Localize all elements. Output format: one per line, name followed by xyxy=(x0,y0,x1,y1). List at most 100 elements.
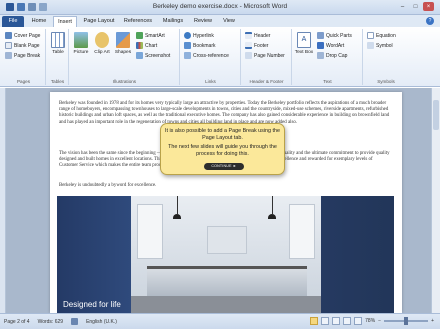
clip-art-icon xyxy=(95,32,109,48)
picture-button[interactable]: Picture xyxy=(71,32,91,55)
drop-cap-button[interactable]: Drop Cap xyxy=(317,52,347,59)
quick-parts-icon xyxy=(317,32,324,39)
page-count[interactable]: Page 2 of 4 xyxy=(4,319,30,325)
footer-icon xyxy=(245,42,252,49)
photo-range-hood xyxy=(207,226,247,254)
photo-kitchen-island xyxy=(147,266,307,300)
web-layout-view-button[interactable] xyxy=(332,317,341,325)
smartart-icon xyxy=(136,32,143,39)
hyperlink-button[interactable]: Hyperlink xyxy=(184,32,214,39)
outline-view-button[interactable] xyxy=(343,317,352,325)
blank-page-icon xyxy=(5,42,12,49)
help-icon[interactable]: ? xyxy=(426,17,434,25)
wordart-icon xyxy=(317,42,324,49)
group-text: A Text Box Quick Parts WordArt Drop Cap … xyxy=(293,29,363,85)
print-layout-view-button[interactable] xyxy=(310,317,319,325)
minimize-button[interactable]: – xyxy=(397,2,408,11)
photo-pendant-cord xyxy=(272,196,273,214)
zoom-slider[interactable] xyxy=(384,317,429,325)
photo-pendant-lamp xyxy=(268,214,276,219)
header-button[interactable]: Header xyxy=(245,32,270,39)
tab-insert[interactable]: Insert xyxy=(53,16,77,27)
group-label-text: Text xyxy=(323,79,332,84)
ribbon: Cover Page Blank Page Page Break Pages T… xyxy=(0,27,440,87)
text-box-icon: A xyxy=(297,32,311,48)
photo-pendant-lamp xyxy=(173,214,181,219)
table-button[interactable]: Table xyxy=(48,32,68,55)
zoom-slider-thumb[interactable] xyxy=(404,317,409,325)
word-count[interactable]: Words: 629 xyxy=(38,319,63,325)
callout-text-1: It is also possible to add a Page Break … xyxy=(164,128,281,141)
symbol-button[interactable]: Symbol xyxy=(367,42,393,49)
page-number-button[interactable]: Page Number xyxy=(245,52,285,59)
blank-page-button[interactable]: Blank Page xyxy=(5,42,40,49)
group-label-symbols: Symbols xyxy=(377,79,395,84)
full-screen-view-button[interactable] xyxy=(321,317,330,325)
continue-button[interactable]: CONTINUE ► xyxy=(204,163,244,170)
tab-references[interactable]: References xyxy=(120,16,156,27)
group-symbols: Equation Symbol Symbols xyxy=(364,29,408,85)
screenshot-icon xyxy=(136,52,143,59)
page-break-button[interactable]: Page Break xyxy=(5,52,40,59)
tab-page-layout[interactable]: Page Layout xyxy=(80,16,118,27)
cover-page-icon xyxy=(5,32,12,39)
zoom-out-icon[interactable]: − xyxy=(378,318,381,324)
maximize-button[interactable]: □ xyxy=(410,2,421,11)
tab-home[interactable]: Home xyxy=(27,16,51,27)
tab-mailings[interactable]: Mailings xyxy=(158,16,188,27)
screenshot-button[interactable]: Screenshot xyxy=(136,52,170,59)
equation-icon xyxy=(367,32,374,39)
zoom-in-icon[interactable]: + xyxy=(431,318,434,324)
close-button[interactable]: × xyxy=(423,2,434,11)
group-links: Hyperlink Bookmark Cross-reference Links xyxy=(181,29,241,85)
page-break-icon xyxy=(5,52,12,59)
window-title: Berkeley demo exercise.docx - Microsoft … xyxy=(152,3,288,10)
quick-parts-button[interactable]: Quick Parts xyxy=(317,32,352,39)
smartart-button[interactable]: SmartArt xyxy=(136,32,165,39)
clip-art-button[interactable]: Clip Art xyxy=(92,32,112,55)
symbol-icon xyxy=(367,42,374,49)
scrollbar-thumb[interactable] xyxy=(433,100,439,130)
photo-floor xyxy=(131,296,321,313)
chart-button[interactable]: Chart xyxy=(136,42,157,49)
group-label-header-footer: Header & Footer xyxy=(249,79,284,84)
chart-icon xyxy=(136,42,143,49)
table-icon xyxy=(51,32,65,48)
tab-review[interactable]: Review xyxy=(190,16,216,27)
language-indicator[interactable]: English (U.K.) xyxy=(86,319,117,325)
group-label-links: Links xyxy=(205,79,216,84)
callout-text-2: The next few slides will guide you throu… xyxy=(168,144,277,157)
status-left: Page 2 of 4 Words: 629 English (U.K.) xyxy=(4,318,117,325)
page-number-icon xyxy=(245,52,252,59)
equation-button[interactable]: Equation xyxy=(367,32,396,39)
footer-button[interactable]: Footer xyxy=(245,42,268,49)
tab-view[interactable]: View xyxy=(218,16,240,27)
picture-icon xyxy=(74,32,88,48)
bookmark-button[interactable]: Bookmark xyxy=(184,42,216,49)
document-area: Berkeley was founded in 1978 and for its… xyxy=(0,88,440,313)
vertical-scrollbar[interactable] xyxy=(431,88,440,313)
wordart-button[interactable]: WordArt xyxy=(317,42,344,49)
photo-cabinet-left xyxy=(137,204,163,259)
kitchen-photo[interactable]: Designed for life xyxy=(57,196,394,313)
paragraph-3[interactable]: Berkeley is undoubtedly a byword for exc… xyxy=(59,183,392,189)
status-right: 78% − + xyxy=(310,317,434,325)
photo-cabinet-right xyxy=(289,204,315,259)
group-label-pages: Pages xyxy=(16,79,31,84)
title-bar: Berkeley demo exercise.docx - Microsoft … xyxy=(0,0,440,15)
text-box-button[interactable]: A Text Box xyxy=(294,32,314,55)
proofing-icon[interactable] xyxy=(71,318,79,325)
group-header-footer: Header Footer Page Number Header & Foote… xyxy=(242,29,292,85)
group-label-tables: Tables xyxy=(50,79,65,84)
group-illustrations: Picture Clip Art Shapes SmartArt Chart S… xyxy=(70,29,180,85)
cross-reference-button[interactable]: Cross-reference xyxy=(184,52,229,59)
cover-page-button[interactable]: Cover Page xyxy=(5,32,40,39)
tab-file[interactable]: File xyxy=(2,16,24,27)
status-bar: Page 2 of 4 Words: 629 English (U.K.) 78… xyxy=(0,313,440,329)
group-tables: Table Tables xyxy=(47,29,69,85)
group-label-illustrations: Illustrations xyxy=(112,79,137,84)
draft-view-button[interactable] xyxy=(354,317,363,325)
header-icon xyxy=(245,32,252,39)
shapes-button[interactable]: Shapes xyxy=(113,32,133,55)
zoom-level[interactable]: 78% xyxy=(365,318,375,324)
